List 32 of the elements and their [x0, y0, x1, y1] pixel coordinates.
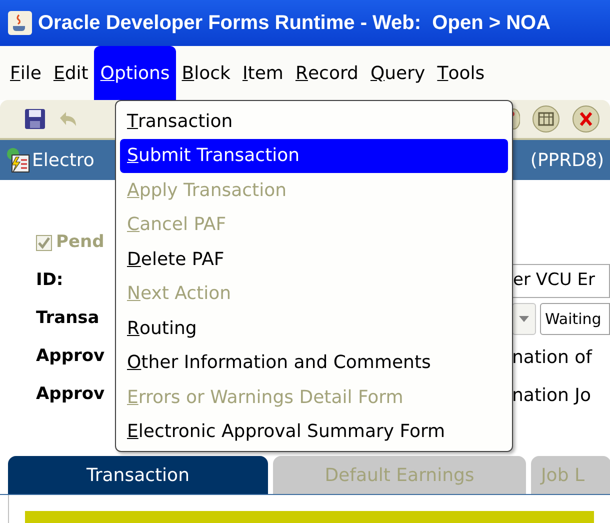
- field-label: Transa: [36, 307, 100, 330]
- menu-item[interactable]: Block: [176, 46, 236, 100]
- field-label: Approv: [36, 383, 105, 406]
- menu-item[interactable]: Record: [289, 46, 364, 100]
- menu-option[interactable]: Transaction: [120, 104, 508, 138]
- save-icon[interactable]: [24, 108, 46, 130]
- menu-item[interactable]: File: [4, 46, 48, 100]
- field-value: nation of: [512, 346, 592, 370]
- form-title: Electro: [32, 148, 94, 172]
- java-cup-icon: [8, 11, 32, 35]
- caret-icon: [519, 316, 529, 322]
- field-value: nation Jo: [512, 384, 591, 408]
- menu-item[interactable]: Options: [94, 46, 176, 100]
- menu-option[interactable]: Submit Transaction: [120, 138, 508, 173]
- menu-option[interactable]: Other Information and Comments: [120, 346, 508, 380]
- menu-item[interactable]: Query: [364, 46, 432, 100]
- menu-item[interactable]: Item: [236, 46, 290, 100]
- dropdown-button[interactable]: [512, 303, 536, 335]
- menu-item[interactable]: Tools: [431, 46, 491, 100]
- field-label: Approv: [36, 345, 105, 368]
- tab[interactable]: Transaction: [8, 456, 268, 494]
- table-icon[interactable]: [532, 105, 560, 133]
- menu-option[interactable]: Electronic Approval Summary Form: [120, 414, 508, 449]
- form-instance: (PPRD8): [530, 148, 604, 172]
- field-label: Pend: [56, 231, 104, 254]
- form-icon: [6, 147, 30, 173]
- menu-option[interactable]: Routing: [120, 311, 508, 346]
- delete-record-icon[interactable]: [572, 105, 600, 133]
- menu-item[interactable]: Edit: [47, 46, 94, 100]
- status-field[interactable]: Waiting: [540, 303, 610, 335]
- window-title: Oracle Developer Forms Runtime - Web: Open > NOA: [38, 11, 551, 36]
- field-label: ID:: [36, 269, 64, 292]
